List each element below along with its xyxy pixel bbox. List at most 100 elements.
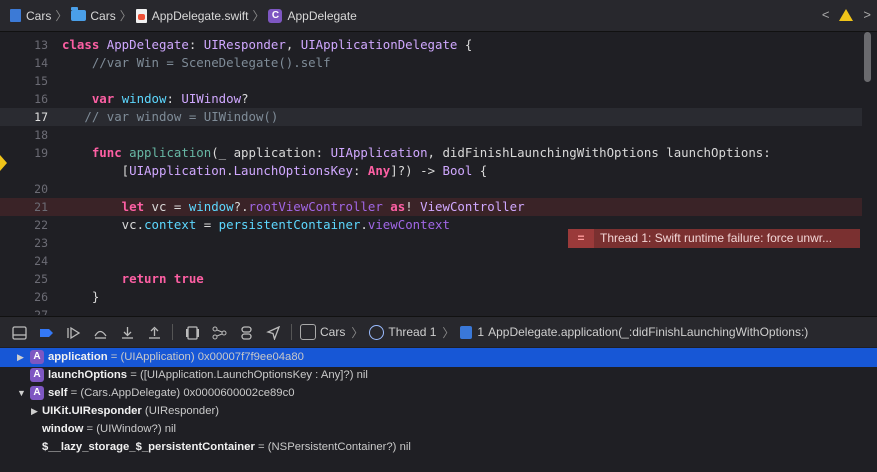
chevron-right-icon: 〉 [442, 325, 455, 340]
code-line[interactable]: 24 [0, 252, 862, 270]
code-line[interactable]: 19 func application(_ application: UIApp… [0, 144, 862, 162]
error-annotation[interactable]: = Thread 1: Swift runtime failure: force… [568, 229, 860, 248]
debug-toolbar: Cars 〉 Thread 1 〉 1 AppDelegate.applicat… [0, 316, 877, 348]
line-number[interactable]: 26 [0, 288, 48, 306]
code-text: return true [62, 271, 204, 286]
continue-icon[interactable] [66, 326, 81, 339]
error-message: Thread 1: Swift runtime failure: force u… [600, 231, 833, 245]
divider [172, 324, 173, 340]
code-text: class AppDelegate: UIResponder, UIApplic… [62, 37, 473, 52]
code-line[interactable]: 16 var window: UIWindow? [0, 90, 862, 108]
breadcrumb-project[interactable]: Cars [6, 9, 51, 23]
variable-value: = (UIApplication) 0x00007f7f9ee04a80 [107, 351, 304, 363]
step-over-icon[interactable] [93, 326, 108, 339]
variable-row[interactable]: $__lazy_storage_$_persistentContainer = … [0, 438, 877, 457]
disclosure-triangle-icon[interactable]: ▼ [17, 384, 26, 403]
code-text: // var window = UIWindow() [62, 109, 279, 124]
debug-crumb-frame[interactable]: AppDelegate.application(_:didFinishLaunc… [488, 325, 808, 339]
code-text: [UIApplication.LaunchOptionsKey: Any]?) … [62, 163, 488, 178]
code-editor[interactable]: 13 class AppDelegate: UIResponder, UIAppl… [0, 32, 877, 315]
line-number[interactable]: 17 [0, 108, 48, 126]
environment-overrides-icon[interactable] [239, 325, 254, 340]
code-line[interactable]: 26 } [0, 288, 862, 306]
code-line[interactable]: 21 let vc = window?.rootViewController a… [0, 198, 862, 216]
debug-crumb-app[interactable]: Cars [320, 325, 345, 339]
code-line[interactable]: 18 [0, 126, 862, 144]
debug-breadcrumb: Cars 〉 Thread 1 〉 1 AppDelegate.applicat… [300, 324, 808, 341]
variable-name: launchOptions [48, 369, 128, 381]
line-number[interactable]: 24 [0, 252, 48, 270]
line-number[interactable]: 27 [0, 306, 48, 315]
variable-value: = (Cars.AppDelegate) 0x0000600002ce89c0 [67, 387, 295, 399]
breadcrumb-group[interactable]: Cars [71, 7, 116, 23]
debug-crumb-frame-number: 1 [477, 325, 485, 339]
hide-debug-area-icon[interactable] [12, 325, 27, 340]
warning-icon[interactable] [839, 8, 854, 21]
class-icon: C [268, 8, 283, 23]
breadcrumb-file[interactable]: AppDelegate.swift [135, 8, 248, 23]
code-line[interactable]: 13 class AppDelegate: UIResponder, UIAppl… [0, 36, 862, 54]
debug-crumb-thread[interactable]: Thread 1 [388, 325, 436, 339]
line-number[interactable]: 23 [0, 234, 48, 252]
code-text: func application(_ application: UIApplic… [62, 145, 771, 160]
code-text: var window: UIWindow? [62, 91, 249, 106]
breakpoints-toggle-icon[interactable] [39, 326, 54, 339]
forward-button[interactable]: > [863, 7, 871, 22]
warning-gutter-icon[interactable] [0, 155, 7, 171]
line-number[interactable]: 19 [0, 144, 48, 162]
line-number[interactable]: 20 [0, 180, 48, 198]
code-line[interactable]: 20 [0, 180, 862, 198]
error-icon: = [568, 229, 594, 248]
code-line[interactable]: 17 // var window = UIWindow() [0, 108, 862, 126]
step-into-icon[interactable] [120, 326, 135, 339]
line-number[interactable]: 21 [0, 198, 48, 216]
code-line[interactable]: 15 [0, 72, 862, 90]
variable-row[interactable]: window = (UIWindow?) nil [0, 420, 877, 439]
line-number[interactable]: 13 [0, 36, 48, 54]
code-text: //var Win = SceneDelegate().self [62, 55, 331, 70]
code-line[interactable]: 25 return true [0, 270, 862, 288]
line-number[interactable]: 25 [0, 270, 48, 288]
folder-icon [71, 7, 87, 21]
variable-value: = ([UIApplication.LaunchOptionsKey : Any… [127, 369, 368, 381]
view-hierarchy-icon[interactable] [185, 325, 200, 340]
simulate-location-icon[interactable] [266, 325, 281, 341]
variable-row[interactable]: AlaunchOptions = ([UIApplication.LaunchO… [0, 366, 877, 385]
variable-row[interactable]: ▼ Aself = (Cars.AppDelegate) 0x0000600002… [0, 384, 877, 403]
code-text: vc.context = persistentContainer.viewCon… [62, 217, 450, 232]
line-number[interactable]: 15 [0, 72, 48, 90]
variable-value: = (UIWindow?) nil [83, 423, 177, 435]
editor-scrollbar[interactable] [864, 32, 871, 82]
line-number[interactable]: 22 [0, 216, 48, 234]
chevron-right-icon: 〉 [351, 325, 364, 340]
variable-row[interactable]: ▶ UIKit.UIResponder (UIResponder) [0, 402, 877, 421]
chevron-right-icon: 〉 [252, 9, 265, 23]
variable-value: (UIResponder) [141, 405, 220, 417]
argument-badge-icon: A [30, 386, 44, 400]
breadcrumb-symbol[interactable]: C AppDelegate [268, 8, 357, 23]
app-icon [300, 324, 316, 340]
line-number[interactable]: 16 [0, 90, 48, 108]
variable-name: application [48, 351, 108, 363]
variable-row[interactable]: ▶ Aapplication = (UIApplication) 0x00007f… [0, 348, 877, 367]
disclosure-triangle-icon[interactable]: ▶ [17, 348, 24, 367]
code-line[interactable]: 14 //var Win = SceneDelegate().self [0, 54, 862, 72]
disclosure-triangle-icon[interactable]: ▶ [31, 402, 38, 421]
chevron-right-icon: 〉 [55, 9, 68, 23]
argument-badge-icon: A [30, 368, 44, 382]
variable-name: $__lazy_storage_$_persistentContainer [42, 441, 255, 453]
line-number[interactable]: 18 [0, 126, 48, 144]
memory-graph-icon[interactable] [212, 326, 227, 339]
variable-value: = (NSPersistentContainer?) nil [254, 441, 411, 453]
back-button[interactable]: < [822, 7, 830, 22]
swift-file-icon [135, 8, 147, 23]
stack-frame-icon [460, 325, 473, 339]
variables-view: ▶ Aapplication = (UIApplication) 0x00007f… [0, 347, 877, 472]
step-out-icon[interactable] [147, 326, 162, 339]
line-number[interactable]: 14 [0, 54, 48, 72]
jump-bar: Cars 〉 Cars 〉 AppDelegate.swift 〉 C AppDe… [0, 0, 877, 32]
variable-name: self [48, 387, 68, 399]
variable-name: window [42, 423, 84, 435]
code-line[interactable]: 27 [0, 306, 862, 315]
code-line[interactable]: [UIApplication.LaunchOptionsKey: Any]?) … [0, 162, 862, 180]
